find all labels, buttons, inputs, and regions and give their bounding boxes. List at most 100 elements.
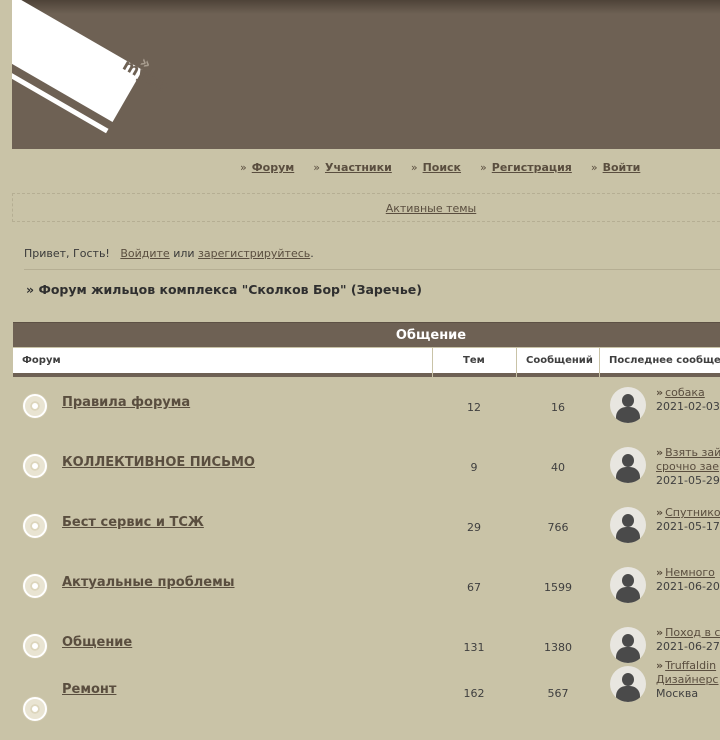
avatar-body [616,467,640,483]
last-post-line: » Немного [656,566,720,580]
forum-status-icon [23,454,47,478]
forum-topics-count: 162 [463,687,485,700]
forum-row: КОЛЛЕКТИВНОЕ ПИСЬМО 9 40 » Взять зай срочно з… [13,437,720,497]
forum-posts-count: 567 [547,687,569,700]
last-post-info: » собака 2021-02-03 [656,386,720,414]
forum-posts-count: 1599 [544,581,572,594]
last-post-arrow-icon: » [656,626,664,639]
avatar-head [622,574,634,587]
user-avatar[interactable] [610,627,646,663]
avatar-body [616,527,640,543]
last-post-date: 2021-06-20 [656,580,720,593]
last-post-line: Дизайнерс [656,673,718,687]
last-post-link[interactable]: Взять зай [665,446,720,459]
last-post-link[interactable]: Поход в с [665,626,720,639]
avatar-body [616,407,640,423]
avatar-head [622,514,634,527]
subnav-bar: Активные темы [12,193,720,222]
forum-topics-count: 12 [467,401,481,414]
column-topics: Тем [463,355,485,366]
category-title: Общение [395,328,467,343]
avatar-body [616,647,640,663]
last-post-link[interactable]: Спутнико [665,506,720,519]
last-post-date: 2021-06-27 [656,640,720,653]
nav-members[interactable]: Участники [325,161,392,174]
last-post-info: » Взять зай срочно зае 2021-05-29 [656,446,720,488]
forum-title-link[interactable]: Актуальные проблемы [62,575,235,590]
forum-topics-count: 29 [467,521,481,534]
period-text: . [310,247,314,260]
avatar-head [622,634,634,647]
forum-status-icon [23,514,47,538]
avatar-body [616,686,640,702]
forum-status-icon [23,634,47,658]
last-post-date: 2021-05-29 [656,474,720,487]
forum-status-icon [23,574,47,598]
last-post-arrow-icon: » [656,566,664,579]
register-link[interactable]: зарегистрируйтесь [198,247,310,260]
logo-band [12,0,143,122]
or-text: или [173,247,195,260]
last-post-link[interactable]: Немного [665,566,715,579]
nav-arrow-icon: » [480,161,487,174]
forum-row: Актуальные проблемы 67 1599 » Немного 2021-06… [13,557,720,617]
breadcrumb-title: Форум жильцов комплекса "Сколков Бор" (З… [38,282,423,297]
active-topics-link[interactable]: Активные темы [13,202,720,215]
column-divider [516,348,517,377]
column-divider [432,348,433,377]
forum-title-link[interactable]: Общение [62,635,132,650]
last-post-line: срочно зае [656,460,720,474]
nav-arrow-icon: » [410,161,418,174]
nav-register[interactable]: Регистрация [492,161,572,174]
last-post-arrow-icon: » [656,659,664,672]
column-divider [599,348,600,377]
column-posts: Сообщений [526,355,593,366]
nav-arrow-icon: » [590,161,598,174]
welcome-message: Привет, Гость! Войдите или зарегистрируй… [24,247,314,260]
forum-title-link[interactable]: Ремонт [62,682,116,697]
last-post-arrow-icon: » [656,506,664,519]
last-post-link[interactable]: Truffaldin [665,659,716,672]
login-link[interactable]: Войдите [120,247,169,260]
avatar-head [622,673,634,686]
forum-title-link[interactable]: Правила форума [62,395,190,410]
forum-row: Бест сервис и ТСЖ 29 766 » Спутнико 2021-05-1… [13,497,720,557]
user-avatar[interactable] [610,387,646,423]
forum-topics-count: 131 [463,641,485,654]
last-post-line: » Спутнико [656,506,720,520]
last-post-link[interactable]: собака [665,386,705,399]
avatar-head [622,454,634,467]
last-post-date: 2021-05-17 [656,520,720,533]
last-post-date: 2021-02-03 [656,400,720,413]
user-avatar[interactable] [610,567,646,603]
nav-forum[interactable]: Форум [252,161,295,174]
header-shade [12,0,720,14]
greeting-text: Привет, Гость! [24,247,110,260]
last-post-info: » Truffaldin Дизайнерс Москва [656,659,718,701]
column-forum: Форум [22,355,61,366]
column-last-post: Последнее сообще [609,355,720,366]
forum-title-link[interactable]: КОЛЛЕКТИВНОЕ ПИСЬМО [62,455,255,470]
main-nav: » Форум » Участники » Поиск » Регистраци… [240,161,659,174]
forum-row: Общение 131 1380» Поход в с 2021-06-27 [13,617,720,677]
forum-topics-count: 9 [470,461,478,474]
forum-row: Правила форума 12 16 » собака 2021-02-03 [13,377,720,437]
last-post-arrow-icon: » [656,446,664,459]
nav-login[interactable]: Войти [603,161,641,174]
forum-posts-count: 40 [551,461,565,474]
table-header: Форум Тем Сообщений Последнее сообще [13,348,720,377]
forum-title-link[interactable]: Бест сервис и ТСЖ [62,515,204,530]
category-header: Общение [13,322,720,347]
forum-row: Ремонт 162 567 » Truffaldin Дизайнерс Москва [13,659,720,740]
forum-posts-count: 766 [547,521,569,534]
user-avatar[interactable] [610,666,646,702]
nav-search[interactable]: Поиск [423,161,461,174]
site-header: » mybb [12,0,720,149]
user-avatar[interactable] [610,507,646,543]
last-post-info: » Спутнико 2021-05-17 [656,506,720,534]
last-post-info: » Немного 2021-06-20 [656,566,720,594]
last-post-line: » Truffaldin [656,659,718,673]
last-post-link[interactable]: Дизайнерс [656,673,718,686]
last-post-link[interactable]: срочно зае [656,460,719,473]
user-avatar[interactable] [610,447,646,483]
